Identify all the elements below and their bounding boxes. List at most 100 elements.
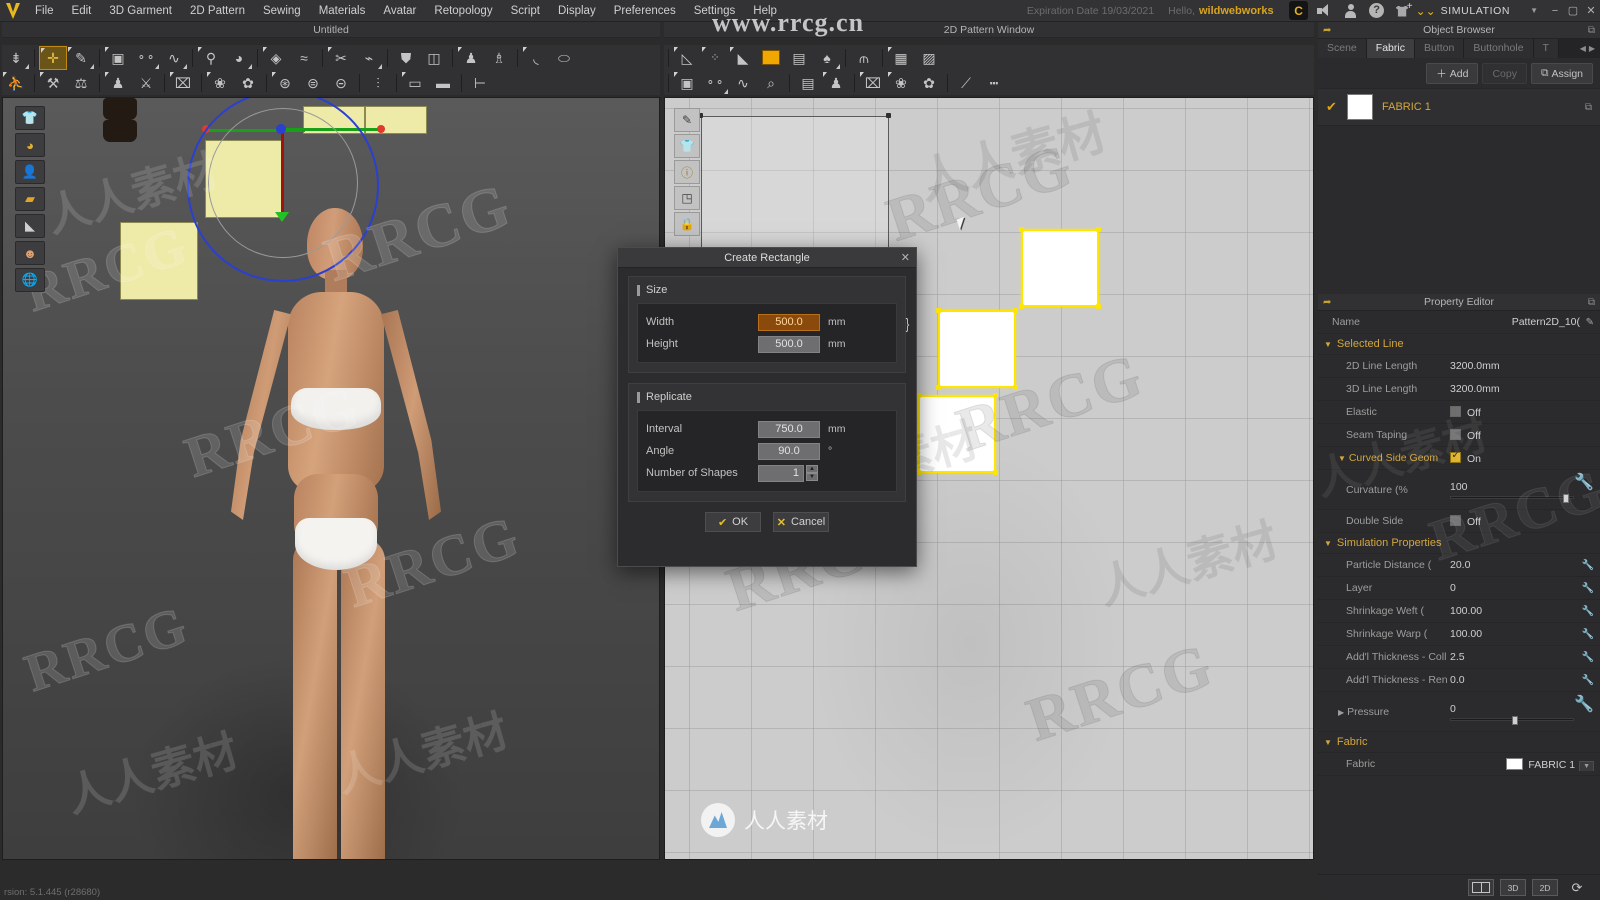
print-tool[interactable]: ⌧ — [169, 71, 197, 95]
pattern-rect-2[interactable] — [936, 308, 1018, 390]
trace-tool[interactable]: ▣ — [673, 71, 701, 95]
buttonhole-tool[interactable]: ♗ — [485, 46, 513, 70]
button-detail-tool[interactable]: ⊜ — [299, 71, 327, 95]
pressure-slider[interactable] — [1450, 715, 1575, 725]
flower-tool[interactable]: ❀ — [206, 71, 234, 95]
addl-thickness-render-wrench-icon[interactable]: 🔧 — [1580, 675, 1594, 686]
measure-tool[interactable]: ⊢ — [466, 71, 494, 95]
garment-plus-icon[interactable] — [1390, 0, 1416, 22]
value-shrinkage-warp[interactable]: 100.00 — [1450, 628, 1580, 640]
property-editor-body[interactable]: Name Pattern2D_10( ✎ ▼ Selected Line 2D … — [1318, 311, 1600, 779]
value-seam-taping-wrap[interactable]: Off — [1450, 428, 1594, 442]
menu-avatar[interactable]: Avatar — [374, 0, 425, 22]
checkbox-elastic[interactable] — [1450, 405, 1461, 417]
pleat-tool[interactable]: ⫙ — [850, 46, 878, 70]
menu-script[interactable]: Script — [502, 0, 549, 22]
pressure-wrench-icon[interactable]: 🔧 — [1574, 694, 1594, 714]
puff-tool[interactable]: ◫ — [420, 46, 448, 70]
fabric-dropdown-caret-icon[interactable]: ▼ — [1579, 760, 1594, 771]
tab-topstitch[interactable]: T — [1533, 39, 1559, 58]
checkbox-seam-taping[interactable] — [1450, 428, 1461, 440]
info-visibility-icon[interactable]: ⓘ — [674, 160, 700, 184]
tab-fabric[interactable]: Fabric — [1366, 39, 1415, 58]
garment-visibility-icon[interactable]: 👕 — [674, 134, 700, 158]
shoe-library-icon[interactable]: ◣ — [15, 214, 45, 238]
garment-fit-tool[interactable]: ♟ — [104, 71, 132, 95]
mode-dropdown-caret-icon[interactable]: ▼ — [1530, 6, 1538, 15]
gather-tool[interactable]: ≈ — [290, 46, 318, 70]
close-icon[interactable]: ✕ — [901, 251, 910, 264]
cancel-button[interactable]: ✕ Cancel — [773, 512, 829, 532]
stepper-down-icon[interactable]: ▼ — [806, 473, 818, 481]
value-particle-distance[interactable]: 20.0 — [1450, 559, 1580, 571]
x-ray-joints-tool[interactable]: ⚒ — [39, 71, 67, 95]
ok-button[interactable]: ✔ OK — [705, 512, 761, 532]
addl-thickness-collision-wrench-icon[interactable]: 🔧 — [1580, 652, 1594, 663]
checkbox-double-side[interactable] — [1450, 514, 1461, 526]
stitch-tool[interactable]: ⚔ — [132, 71, 160, 95]
face-library-icon[interactable]: ☻ — [15, 241, 45, 265]
zipper-place-tool[interactable]: ⫶ — [364, 71, 392, 95]
fabric-swatch[interactable] — [1347, 94, 1373, 120]
copy-button[interactable]: Copy — [1482, 63, 1527, 84]
menu-3d-garment[interactable]: 3D Garment — [100, 0, 181, 22]
pin-icon[interactable]: ➦ — [1323, 25, 1331, 36]
value-elastic-wrap[interactable]: Off — [1450, 405, 1594, 419]
tack-tool[interactable]: ◕ — [225, 46, 253, 70]
button-tool[interactable]: ♟ — [457, 46, 485, 70]
tab-button[interactable]: Button — [1414, 39, 1465, 58]
viewport-3d[interactable]: 👕 ◕ 👤 ▰ ◣ ☻ 🌐 RRCG RRCG RRCG RRCG RRCG 人… — [2, 97, 660, 860]
name-value[interactable]: Pattern2D_10( — [1450, 316, 1580, 328]
tab-scroll-left-icon[interactable]: ◀ — [1580, 44, 1586, 53]
sheet-tool[interactable]: ▬ — [429, 71, 457, 95]
pattern-rect-1[interactable] — [1019, 227, 1101, 309]
environment-library-icon[interactable]: 🌐 — [15, 268, 45, 292]
menu-sewing[interactable]: Sewing — [254, 0, 310, 22]
grid-tool[interactable]: ▦ — [887, 46, 915, 70]
shrinkage-warp-wrench-icon[interactable]: 🔧 — [1580, 629, 1594, 640]
person-icon[interactable] — [1338, 0, 1364, 22]
pin-tool[interactable]: ⚲ — [197, 46, 225, 70]
section-selected-line[interactable]: ▼ Selected Line — [1318, 334, 1600, 355]
menu-display[interactable]: Display — [549, 0, 605, 22]
fabric-list-row[interactable]: ✔ FABRIC 1 ⧉ — [1318, 88, 1600, 126]
transform-pattern-tool[interactable]: ✛ — [39, 45, 67, 70]
texture2d-tool[interactable]: ✿ — [915, 71, 943, 95]
zipper-tool[interactable]: ◟ — [522, 46, 550, 70]
edit-pencil-icon[interactable]: ✎ — [1580, 317, 1594, 328]
curve-tool[interactable]: ∿ — [729, 71, 757, 95]
fold-arrangement-tool[interactable]: ▣ — [104, 46, 132, 70]
fold-tool[interactable]: ▭ — [401, 71, 429, 95]
avatar-measure-tool[interactable]: ⚖ — [67, 71, 95, 95]
speaker-icon[interactable] — [1312, 0, 1338, 22]
value-curved-side-wrap[interactable]: On — [1450, 451, 1594, 465]
button-place-tool[interactable]: ⊛ — [271, 71, 299, 95]
pattern-rect-3[interactable] — [916, 393, 998, 475]
dart-tool[interactable]: ♠ — [813, 46, 841, 70]
menu-retopology[interactable]: Retopology — [425, 0, 501, 22]
curvature-slider[interactable] — [1450, 493, 1575, 503]
checkbox-curved-side-geom[interactable] — [1450, 451, 1461, 463]
curvature-slider-thumb[interactable] — [1563, 493, 1570, 503]
select-mesh-tool[interactable]: ◈ — [262, 46, 290, 70]
garment2d-tool[interactable]: ♟ — [822, 71, 850, 95]
view-2d-button[interactable]: 2D — [1532, 879, 1558, 896]
create-rectangle-dialog[interactable]: Create Rectangle ✕ Size Width 500.0 mm H… — [617, 247, 917, 567]
label-curved-side-geom-wrap[interactable]: ▼ Curved Side Geom — [1332, 452, 1450, 464]
maximize-button[interactable]: ▢ — [1564, 1, 1582, 21]
link-dimensions-icon[interactable]: } — [906, 316, 910, 333]
grid-edit-tool[interactable]: ▨ — [915, 46, 943, 70]
attach-tool[interactable]: ⌁ — [355, 46, 383, 70]
pattern-outline-active[interactable] — [701, 116, 889, 260]
particle-distance-wrench-icon[interactable]: 🔧 — [1580, 560, 1594, 571]
dashed-line-tool[interactable]: ┅ — [980, 71, 1008, 95]
ruler-tool[interactable]: ⟋ — [952, 71, 980, 95]
value-shrinkage-weft[interactable]: 100.00 — [1450, 605, 1580, 617]
point-edit-tool[interactable]: ⁘ — [701, 46, 729, 70]
section-fabric[interactable]: ▼ Fabric — [1318, 732, 1600, 753]
fabric-check-icon[interactable]: ✔ — [1326, 99, 1338, 115]
simulate-tool[interactable]: ⇟ — [2, 46, 30, 70]
clo-coin-icon[interactable]: C — [1286, 0, 1312, 22]
fold-edit-tool[interactable]: ◣ — [729, 46, 757, 70]
fabric-library-icon[interactable]: ◕ — [15, 133, 45, 157]
